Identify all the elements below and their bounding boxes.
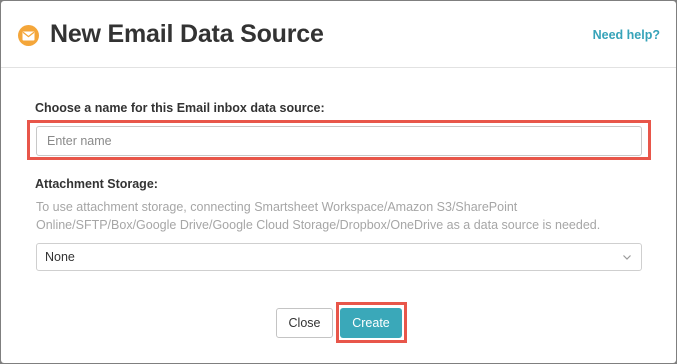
attachment-storage-select[interactable]: None — [36, 243, 642, 271]
envelope-icon — [18, 25, 39, 46]
dialog-title: New Email Data Source — [50, 20, 324, 48]
attachment-storage-label: Attachment Storage: — [35, 177, 158, 191]
close-button[interactable]: Close — [276, 308, 333, 338]
name-field-label: Choose a name for this Email inbox data … — [35, 101, 325, 115]
name-input[interactable] — [36, 126, 642, 156]
create-button[interactable]: Create — [340, 308, 402, 338]
need-help-link[interactable]: Need help? — [593, 28, 660, 42]
attachment-storage-help-text: To use attachment storage, connecting Sm… — [36, 200, 601, 232]
dialog-header: New Email Data Source Need help? — [1, 1, 676, 68]
attachment-storage-selected-value: None — [45, 250, 75, 264]
chevron-down-icon — [623, 255, 631, 260]
new-email-data-source-dialog: New Email Data Source Need help? Choose … — [1, 1, 676, 363]
